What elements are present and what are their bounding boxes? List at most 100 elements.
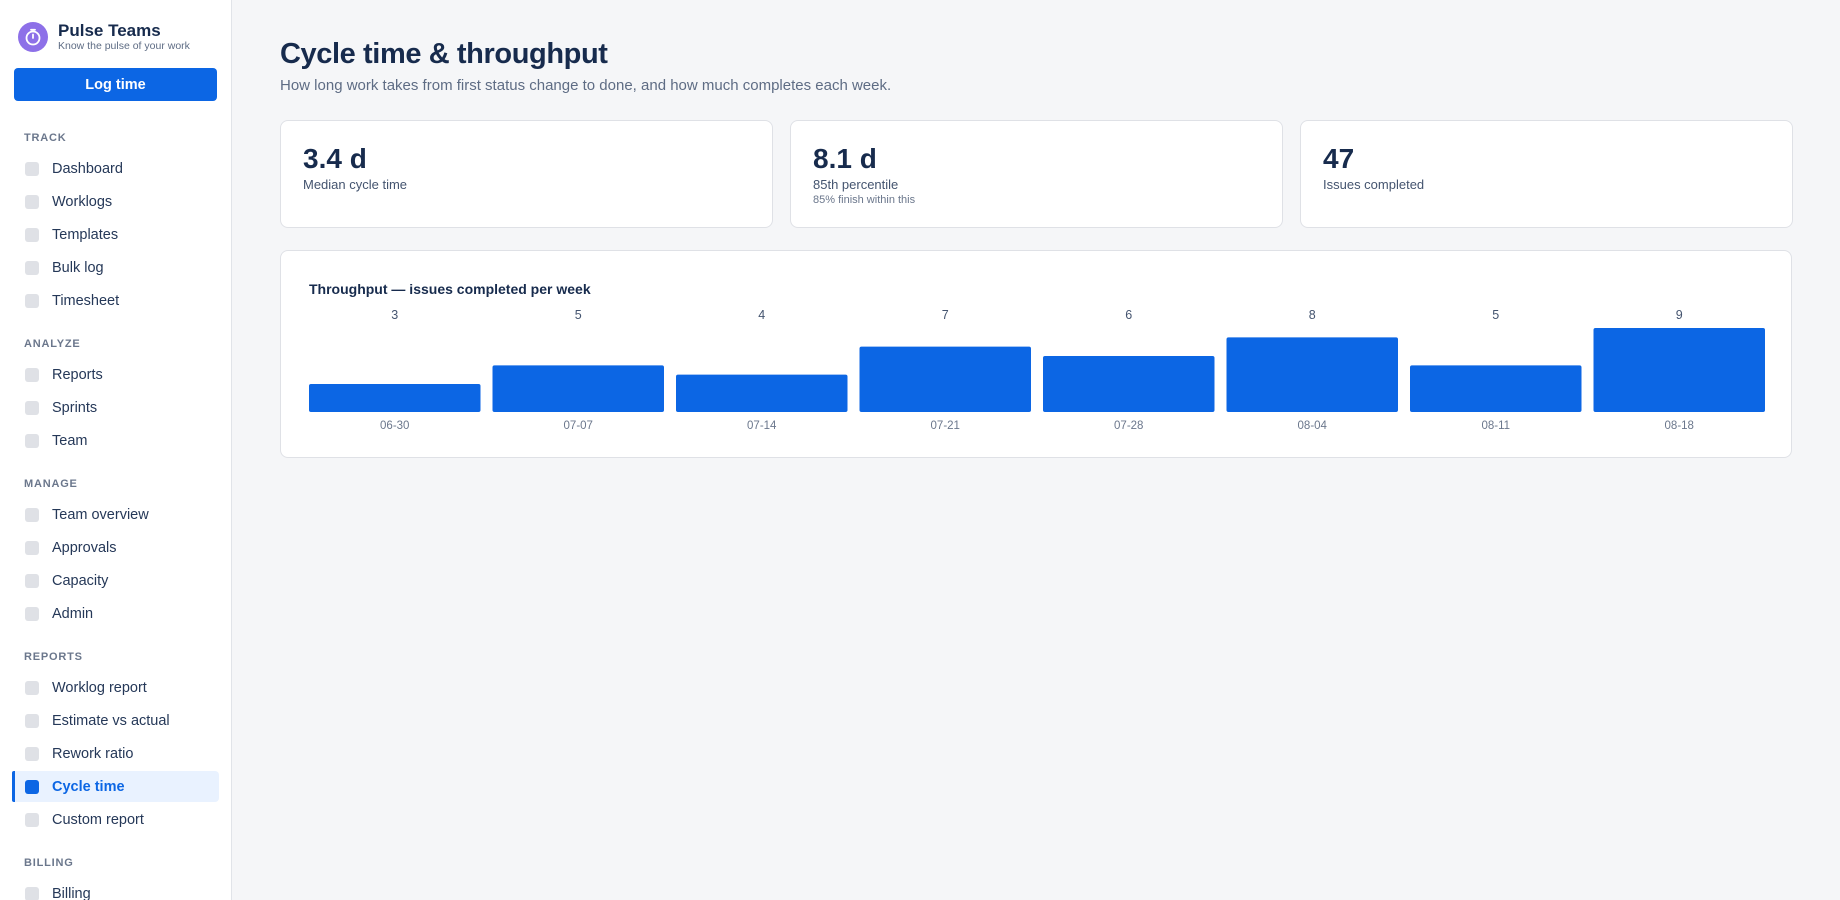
nav-section-title: MANAGE <box>24 478 78 490</box>
sidebar-item-custom-report[interactable]: Custom report <box>12 804 219 835</box>
bar-value-label: 6 <box>1125 308 1132 322</box>
sidebar-item-label: Worklog report <box>52 679 147 696</box>
sidebar-item-cycle-time[interactable]: Cycle time <box>12 771 219 802</box>
stat-card-p85: 8.1 d 85th percentile 85% finish within … <box>790 120 1283 228</box>
x-tick-label: 07-07 <box>564 420 593 432</box>
sidebar-item-label: Admin <box>52 605 94 622</box>
nav-item-icon <box>25 433 39 448</box>
sidebar-item-label: Cycle time <box>52 778 125 795</box>
sidebar-item-billing[interactable]: Billing <box>12 878 219 900</box>
bar-value-label: 4 <box>758 308 765 322</box>
sidebar-item-label: Approvals <box>52 539 117 556</box>
stat-card-median: 3.4 d Median cycle time <box>280 120 773 228</box>
nav-section-manage: MANAGE Team overview Approvals Capacity Admi… <box>12 473 219 629</box>
bar-value-label: 8 <box>1309 308 1316 322</box>
nav-item-icon <box>25 680 39 695</box>
sidebar-item-team[interactable]: Team <box>12 425 219 456</box>
nav-item-icon <box>25 367 39 382</box>
sidebar-item-label: Dashboard <box>52 160 123 177</box>
nav-section-reports: REPORTS Worklog report Estimate vs actual R… <box>12 646 219 835</box>
nav-item-icon <box>25 400 39 415</box>
sidebar-nav: TRACK Dashboard Worklogs Templates Bulk log T… <box>12 127 219 900</box>
nav-item-icon <box>25 812 39 827</box>
app-name: Pulse Teams <box>58 21 161 40</box>
stat-note: 85% finish within this <box>813 194 916 206</box>
nav-item-icon <box>25 194 39 209</box>
sidebar-item-label: Custom report <box>52 811 144 828</box>
nav-section-title: TRACK <box>24 132 67 144</box>
nav-item-icon <box>25 746 39 761</box>
bar-07-21 <box>859 346 1031 412</box>
sidebar-item-dashboard[interactable]: Dashboard <box>12 153 219 184</box>
bar-07-28 <box>1043 356 1215 412</box>
sidebar-item-team-overview[interactable]: Team overview <box>12 499 219 530</box>
stat-value: 47 <box>1323 143 1355 174</box>
x-tick-label: 06-30 <box>380 420 409 432</box>
app-tagline: Know the pulse of your work <box>58 40 190 52</box>
nav-item-icon <box>25 779 39 794</box>
sidebar-item-approvals[interactable]: Approvals <box>12 532 219 563</box>
nav-item-icon <box>25 161 39 176</box>
nav-item-icon <box>25 507 39 522</box>
nav-item-icon <box>25 293 39 308</box>
nav-item-icon <box>25 540 39 555</box>
throughput-chart: 3 06-30 5 07-07 4 07-14 7 07-21 6 07-28 8 08-04 5 08-… <box>309 308 1765 432</box>
sidebar-item-estimate-vs-actual[interactable]: Estimate vs actual <box>12 705 219 736</box>
nav-section-track: TRACK Dashboard Worklogs Templates Bulk log T… <box>12 127 219 316</box>
sidebar-item-admin[interactable]: Admin <box>12 598 219 629</box>
x-tick-label: 07-21 <box>931 420 960 432</box>
sidebar-item-label: Templates <box>52 226 119 243</box>
x-tick-label: 07-14 <box>747 420 777 432</box>
stat-label: 85th percentile <box>813 177 899 192</box>
nav-section-analyze: ANALYZE Reports Sprints Team <box>12 333 219 456</box>
bar-08-18 <box>1593 328 1765 412</box>
sidebar: Pulse Teams Know the pulse of your work … <box>0 0 232 900</box>
log-time-button[interactable]: Log time <box>14 68 217 101</box>
bar-08-04 <box>1226 337 1398 412</box>
sidebar-item-label: Capacity <box>52 572 109 589</box>
bar-07-07 <box>492 365 664 412</box>
sidebar-item-label: Team <box>52 432 88 449</box>
sidebar-item-reports[interactable]: Reports <box>12 359 219 390</box>
sidebar-item-templates[interactable]: Templates <box>12 219 219 250</box>
stat-label: Median cycle time <box>303 177 408 192</box>
sidebar-item-label: Bulk log <box>52 259 104 276</box>
sidebar-item-label: Sprints <box>52 399 98 416</box>
sidebar-item-label: Billing <box>52 885 91 900</box>
stat-label: Issues completed <box>1323 177 1425 192</box>
bar-value-label: 5 <box>1492 308 1499 322</box>
sidebar-item-label: Rework ratio <box>52 745 134 762</box>
nav-item-icon <box>25 886 39 900</box>
page-subtitle: How long work takes from first status ch… <box>280 77 892 94</box>
sidebar-item-worklogs[interactable]: Worklogs <box>12 186 219 217</box>
bar-value-label: 3 <box>391 308 398 322</box>
sidebar-item-timesheet[interactable]: Timesheet <box>12 285 219 316</box>
sidebar-item-label: Estimate vs actual <box>52 712 170 729</box>
bar-08-11 <box>1410 365 1582 412</box>
sidebar-item-label: Team overview <box>52 506 149 523</box>
bar-value-label: 5 <box>575 308 582 322</box>
sidebar-item-label: Worklogs <box>52 193 113 210</box>
page-title: Cycle time & throughput <box>280 38 608 70</box>
bar-value-label: 9 <box>1676 308 1683 322</box>
stat-value: 3.4 d <box>303 143 367 174</box>
sidebar-item-capacity[interactable]: Capacity <box>12 565 219 596</box>
stat-value: 8.1 d <box>813 143 877 174</box>
throughput-chart-card: Throughput — issues completed per week 3… <box>280 250 1792 458</box>
brand[interactable]: Pulse Teams Know the pulse of your work <box>18 20 190 54</box>
sidebar-item-sprints[interactable]: Sprints <box>12 392 219 423</box>
x-tick-label: 08-11 <box>1481 420 1510 432</box>
x-tick-label: 08-18 <box>1665 420 1694 432</box>
bar-value-label: 7 <box>942 308 949 322</box>
sidebar-item-rework-ratio[interactable]: Rework ratio <box>12 738 219 769</box>
nav-item-icon <box>25 606 39 621</box>
sidebar-item-worklog-report[interactable]: Worklog report <box>12 672 219 703</box>
sidebar-item-bulk-log[interactable]: Bulk log <box>12 252 219 283</box>
nav-item-icon <box>25 573 39 588</box>
bar-06-30 <box>309 384 481 412</box>
x-tick-label: 08-04 <box>1298 420 1328 432</box>
nav-section-title: BILLING <box>24 857 74 869</box>
x-tick-label: 07-28 <box>1114 420 1143 432</box>
bar-07-14 <box>676 374 848 412</box>
nav-item-icon <box>25 713 39 728</box>
